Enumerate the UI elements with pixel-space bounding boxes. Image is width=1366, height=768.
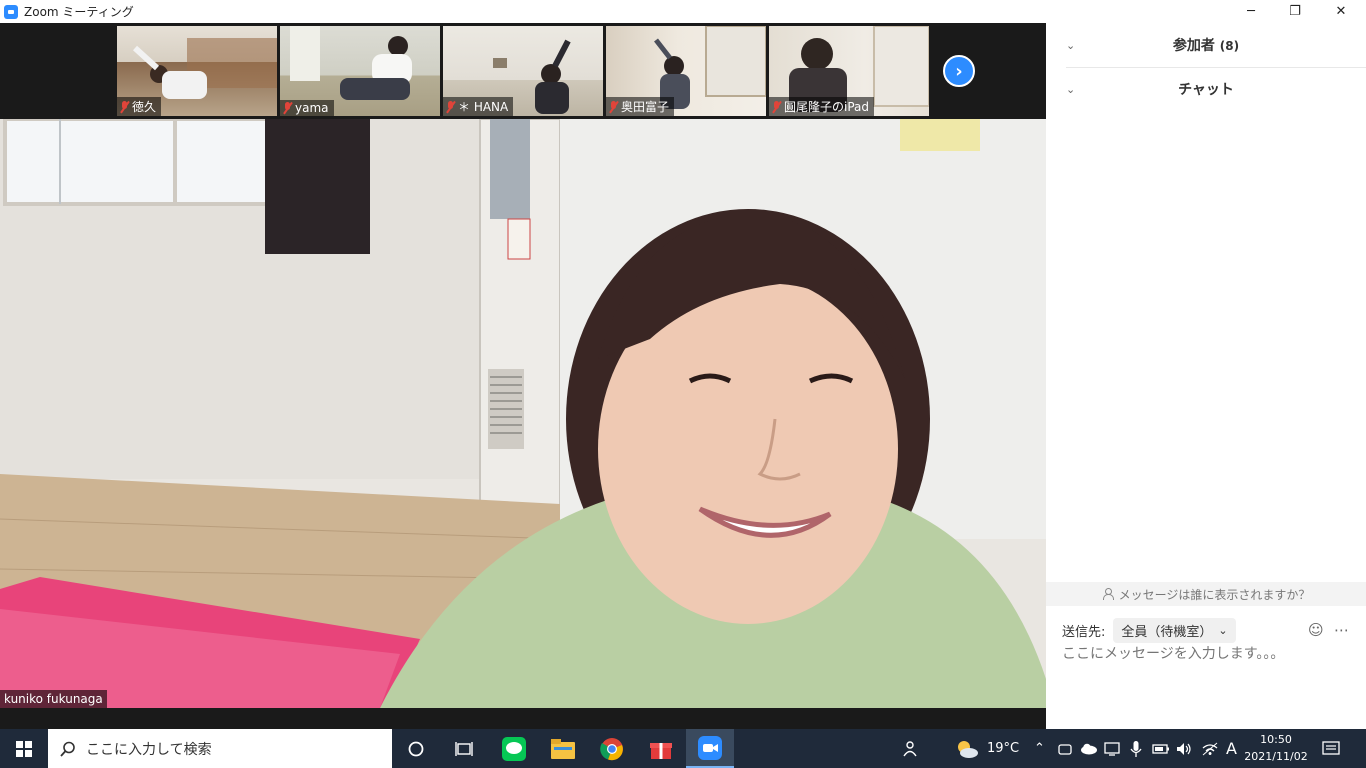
minimize-button[interactable]: ─ (1228, 0, 1274, 23)
active-speaker-video: kuniko fukunaga (0, 119, 1046, 708)
wifi-icon[interactable] (1202, 729, 1218, 768)
mic-muted-icon (283, 102, 292, 114)
notifications-icon[interactable] (1322, 729, 1340, 768)
mic-muted-icon (609, 100, 618, 113)
participants-section-header[interactable]: ⌄ 参加者 (8) (1046, 23, 1366, 67)
chevron-down-icon: ⌄ (1218, 623, 1228, 637)
gift-app-icon[interactable] (637, 729, 685, 768)
restore-button[interactable]: ❐ (1272, 0, 1318, 23)
chat-message-input[interactable] (1062, 646, 1352, 662)
file-explorer-icon[interactable] (539, 729, 587, 768)
participants-title: 参加者 (8) (1046, 35, 1366, 55)
chat-title: チャット (1178, 82, 1234, 98)
meet-now-icon[interactable] (1058, 729, 1072, 768)
window-title: Zoom ミーティング (24, 5, 134, 19)
participant-name: 徳久 (132, 100, 157, 114)
mic-muted-icon (120, 100, 129, 113)
onedrive-cloud-icon[interactable] (1080, 729, 1098, 768)
who-sees-label: メッセージは誰に表示されますか？ (1118, 587, 1311, 602)
side-panel: ⌄ 参加者 (8) ⌄ チャット メッセージは誰に表示されますか？ 送信先: 全… (1046, 23, 1366, 729)
send-to-value: 全員（待機室） (1121, 624, 1213, 640)
send-to-row: 送信先: 全員（待機室） ⌄ (1062, 617, 1236, 643)
participant-name: yama (295, 101, 329, 115)
participant-name-tag: 奥田富子 (606, 97, 675, 116)
send-to-dropdown[interactable]: 全員（待機室） ⌄ (1113, 617, 1236, 643)
chrome-icon[interactable] (588, 729, 636, 768)
microphone-icon[interactable] (1130, 729, 1142, 768)
who-can-see-messages[interactable]: メッセージは誰に表示されますか？ (1046, 582, 1366, 606)
search-placeholder: ここに入力して検索 (86, 741, 212, 758)
system-clock[interactable]: 10:50 2021/11/02 (1244, 731, 1308, 765)
start-button[interactable] (0, 729, 48, 768)
cortana-icon[interactable] (392, 729, 440, 768)
person-icon (1102, 588, 1114, 600)
participants-count: (8) (1219, 39, 1240, 53)
speaker-name-tag: kuniko fukunaga (0, 690, 107, 708)
windows-taskbar: ここに入力して検索 19°C ⌃ A 10:50 2021/11/02 (0, 729, 1366, 768)
chat-section-header[interactable]: ⌄ チャット (1046, 67, 1366, 111)
chevron-down-icon[interactable]: ⌄ (1066, 83, 1075, 96)
title-bar: Zoom ミーティング ─ ❐ ✕ (0, 0, 1366, 23)
line-app-icon[interactable] (490, 729, 538, 768)
display-settings-icon[interactable] (1104, 729, 1120, 768)
people-icon[interactable] (898, 729, 918, 768)
show-hidden-icons-chevron-icon[interactable]: ⌃ (1034, 729, 1045, 768)
thumbnail-strip: 徳久 yama ＊ HANA 奥田富子 圓尾隆子のiPad › (0, 23, 1046, 119)
taskbar-search-box[interactable]: ここに入力して検索 (48, 729, 392, 768)
participants-label: 参加者 (1172, 38, 1215, 54)
task-view-icon[interactable] (440, 729, 488, 768)
participant-thumbnail[interactable]: ＊ HANA (443, 26, 603, 116)
send-to-label: 送信先: (1062, 624, 1106, 640)
participant-name: 圓尾隆子のiPad (784, 100, 870, 114)
battery-icon[interactable] (1152, 729, 1170, 768)
mic-muted-icon (446, 100, 455, 113)
speaker-video-frame (0, 119, 1046, 708)
participant-thumbnail[interactable]: 徳久 (117, 26, 277, 116)
video-bottom-strip (0, 708, 1046, 729)
participant-name: 奥田富子 (621, 100, 670, 114)
participant-name: ＊ HANA (458, 100, 509, 114)
participant-thumbnail[interactable]: 奥田富子 (606, 26, 766, 116)
search-icon (60, 741, 75, 757)
participant-name-tag: 徳久 (117, 97, 162, 116)
weather-temperature: 19°C (987, 741, 1020, 756)
zoom-app-icon (4, 4, 18, 19)
emoji-icon[interactable]: ☺ (1308, 621, 1324, 639)
partly-cloudy-icon (958, 740, 978, 758)
windows-logo-icon (16, 740, 32, 757)
participant-name-tag: 圓尾隆子のiPad (769, 97, 875, 116)
participant-thumbnail[interactable]: yama (280, 26, 440, 116)
clock-time: 10:50 (1260, 733, 1292, 746)
participant-name-tag: ＊ HANA (443, 97, 514, 116)
chevron-down-icon[interactable]: ⌄ (1066, 39, 1075, 52)
next-page-arrow-icon[interactable]: › (943, 55, 975, 87)
participant-name-tag: yama (280, 100, 334, 116)
participant-thumbnail[interactable]: 圓尾隆子のiPad (769, 26, 929, 116)
zoom-taskbar-icon[interactable] (686, 729, 734, 768)
weather-widget[interactable]: 19°C (955, 729, 1019, 768)
close-button[interactable]: ✕ (1318, 0, 1364, 23)
more-options-icon[interactable]: ⋯ (1334, 621, 1349, 639)
clock-date: 2021/11/02 (1244, 750, 1308, 763)
mic-muted-icon (772, 100, 781, 113)
volume-icon[interactable] (1176, 729, 1192, 768)
video-area: 徳久 yama ＊ HANA 奥田富子 圓尾隆子のiPad › kuniko f… (0, 23, 1046, 729)
ime-indicator[interactable]: A (1226, 729, 1237, 768)
